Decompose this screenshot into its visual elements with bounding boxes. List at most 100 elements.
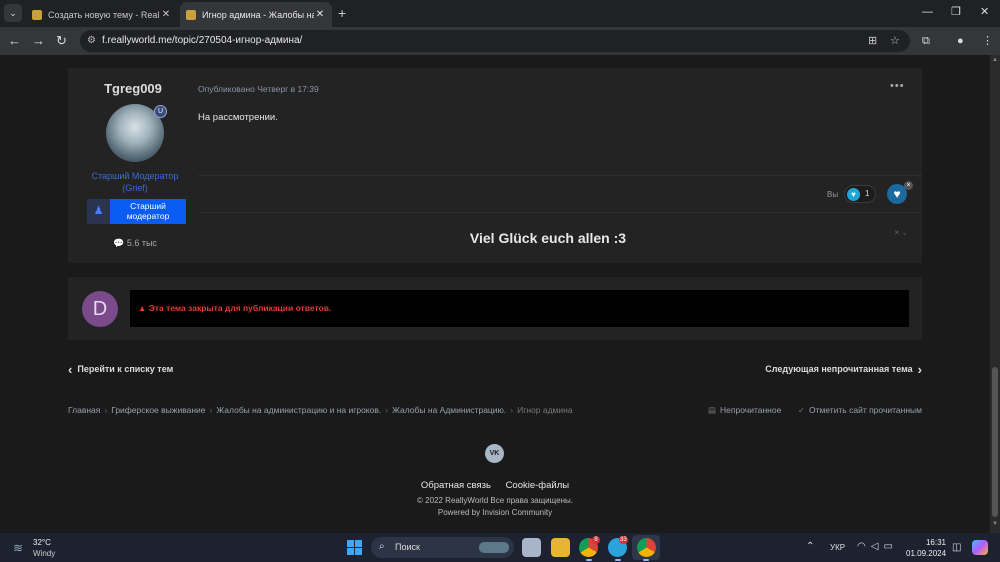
chrome-icon[interactable] [637,538,656,557]
locked-message: ▲ Эта тема закрыта для публикации ответо… [138,303,331,313]
chevron-left-icon: ‹ [68,362,73,377]
locked-message-text: Эта тема закрыта для публикации ответов. [148,303,332,313]
breadcrumb-item[interactable]: Жалобы на Администрацию. [392,405,506,415]
checkmark-icon: ✓ [797,405,805,415]
heart-icon: ♥ [847,188,860,201]
page-viewport: Tgreg009 U Старший Модератор (Grief) ♟ С… [0,55,990,533]
url-text[interactable]: f.reallyworld.me/topic/270504-игнор-адми… [102,35,302,47]
mark-read-link[interactable]: Отметить сайт прочитанным [809,405,922,415]
new-tab-button[interactable]: + [338,5,346,21]
volume-icon[interactable]: ◁ [871,541,884,552]
prev-topics-link[interactable]: ‹ Перейти к списку тем [68,362,173,377]
reaction-summary[interactable]: ♥ 1 [844,185,876,203]
breadcrumb-item[interactable]: Жалобы на администрацию и на игроков. [216,405,381,415]
powered-by-link[interactable]: Powered by Invision Community [0,508,990,517]
minimize-button[interactable]: — [922,6,933,18]
prev-topics-label: Перейти к списку тем [77,364,174,374]
reputation: 💬 5.6 тыс [68,238,202,249]
chevron-right-icon: › [917,362,922,377]
copilot-icon[interactable] [972,540,988,555]
copyright: © 2022 ReallyWorld Все права защищены. [417,496,573,505]
tray-overflow-icon[interactable]: ⌃ [806,541,814,553]
task-view-icon[interactable] [522,538,541,557]
breadcrumb: Главная › Гриферское выживание › Жалобы на а… [68,405,573,415]
forward-arrow-icon[interactable]: → [32,33,45,49]
running-indicator [586,559,592,561]
vk-icon[interactable]: VK [485,444,504,463]
remove-reaction-icon[interactable]: × [904,181,913,190]
page-scrollbar[interactable]: ▲ ▼ [990,55,1000,533]
tab-strip: ⌄ Создать новую тему - ReallyW ✕ Игнор а… [0,0,1000,27]
search-icon: ⌕ [379,541,385,552]
weather-description[interactable]: Windy [33,549,55,558]
taskbar: ≋ 32°C Windy ⌕ Поиск 8 33 ⌃ УКР ◠◁▭ 16:3… [0,533,1000,562]
tab-search-button[interactable]: ⌄ [4,4,22,22]
maximize-button[interactable]: ❐ [951,6,961,18]
post-card: Tgreg009 U Старший Модератор (Grief) ♟ С… [68,68,922,263]
breadcrumb-separator-icon: › [510,405,514,415]
windows-start-icon[interactable] [347,540,362,555]
battery-icon[interactable]: ▭ [883,541,897,552]
telegram-badge: 33 [619,536,628,544]
rank-badge-icon: U [154,105,167,118]
address-bar[interactable]: ⚙ f.reallyworld.me/topic/270504-игнор-ад… [80,30,910,52]
cookies-link[interactable]: Cookie-файлы [506,480,570,491]
running-indicator [615,559,621,561]
taskbar-search-label: Поиск [395,542,420,552]
wifi-icon[interactable]: ◠ [857,541,871,552]
back-arrow-icon[interactable]: ← [8,33,21,49]
author-role: Старший Модератор (Grief) [91,171,179,193]
tab-title: Игнор админа - Жалобы на Ад [202,9,314,20]
next-unread-label: Следующая непрочитанная тема [765,364,913,374]
tray-status-icons[interactable]: ◠◁▭ [857,541,898,553]
post-date[interactable]: Опубликовано Четверг в 17:39 [198,84,319,94]
breadcrumb-actions: ▤ Непрочитанное ✓ Отметить сайт прочитанны… [708,405,922,416]
chrome-badge: 8 [592,536,600,544]
comment-icon: 💬 [113,238,125,248]
tab-create-topic[interactable]: Создать новую тему - ReallyW ✕ [26,2,178,27]
file-explorer-icon[interactable] [551,538,570,557]
author-name[interactable]: Tgreg009 [68,81,198,96]
locked-notice-card: D ▲ Эта тема закрыта для публикации отве… [68,277,922,340]
reaction-you-label: Вы [827,190,839,199]
feedback-link[interactable]: Обратная связь [421,480,491,491]
extensions-icon[interactable]: ⧉ [922,34,930,48]
breadcrumb-item[interactable]: Гриферское выживание [111,405,205,415]
tab-close-icon[interactable]: ✕ [314,9,326,20]
post-menu-icon[interactable]: ••• [890,80,905,92]
tab-ignore-admin[interactable]: Игнор админа - Жалобы на Ад ✕ [180,2,332,27]
clock-date[interactable]: 01.09.2024 [906,549,946,558]
running-indicator [643,559,649,561]
site-info-icon[interactable]: ⚙ [87,35,96,47]
clock-time[interactable]: 16:31 [906,538,946,547]
group-badge: ♟ Старший модератор [87,199,186,224]
close-window-button[interactable]: ✕ [980,6,989,18]
warning-icon: ▲ [138,303,147,313]
next-unread-link[interactable]: Следующая непрочитанная тема › [765,362,922,377]
menu-kebab-icon[interactable]: ⋮ [982,34,993,48]
user-avatar: D [82,291,118,327]
reaction-count: 1 [865,189,870,198]
scrollbar-thumb[interactable] [992,367,998,517]
weather-wind-icon[interactable]: ≋ [13,541,23,555]
language-indicator[interactable]: УКР [830,543,845,552]
scroll-down-icon[interactable]: ▼ [992,521,998,527]
tab-title: Создать новую тему - ReallyW [48,9,160,20]
bookmark-star-icon[interactable]: ☆ [890,34,900,48]
scroll-up-icon[interactable]: ▲ [992,57,998,63]
browser-toolbar: ← → ↻ ⚙ f.reallyworld.me/topic/270504-иг… [0,27,1000,55]
breadcrumb-item[interactable]: Главная [68,405,100,415]
reload-icon[interactable]: ↻ [56,33,67,49]
translate-icon[interactable]: ⊞ [868,34,877,48]
profile-icon[interactable]: ● [957,34,964,48]
author-column: Tgreg009 U Старший Модератор (Grief) ♟ С… [68,68,198,263]
post-body: На рассмотрении. [198,112,278,123]
notification-icon[interactable]: ◫ [952,542,961,554]
weather-temperature[interactable]: 32°C [33,538,51,547]
reallyworld-favicon-icon [186,9,196,20]
reallyworld-favicon-icon [32,9,42,20]
unread-link[interactable]: Непрочитанное [720,405,781,415]
divider [198,212,922,213]
taskbar-search[interactable]: ⌕ Поиск [371,537,514,558]
tab-close-icon[interactable]: ✕ [160,9,172,20]
